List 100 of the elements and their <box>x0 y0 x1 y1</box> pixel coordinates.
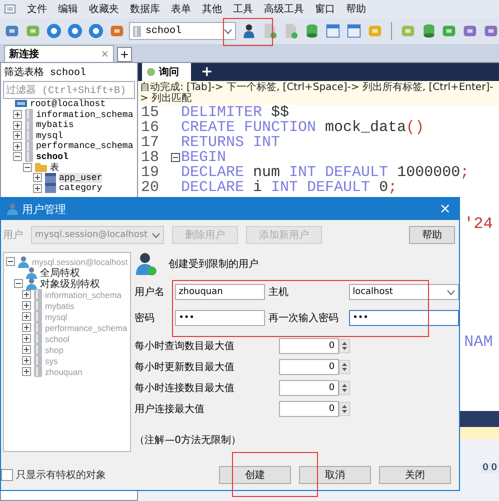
query-icon <box>146 67 156 77</box>
app-icon <box>4 3 16 15</box>
menu-item[interactable]: 帮助 <box>346 2 366 16</box>
tree-item[interactable]: root@localhost <box>30 99 106 110</box>
menu-item[interactable]: 高级工具 <box>264 2 304 16</box>
database-select[interactable]: school <box>129 22 236 40</box>
tree-item[interactable]: category <box>59 183 102 194</box>
dialog-button[interactable]: 取消 <box>299 466 371 484</box>
panel-title: 筛选表格 school <box>3 66 88 81</box>
collapse-icon[interactable] <box>13 152 22 162</box>
line-number: 16 <box>140 120 160 135</box>
collapse-icon[interactable] <box>23 162 32 172</box>
privileged-only-checkbox[interactable]: 只显示有特权的对象 <box>1 468 106 482</box>
line-number: 20 <box>140 180 160 195</box>
code-line: DECLARE i INT DEFAULT 0; <box>181 180 398 195</box>
field-label: 用户名 <box>134 286 166 299</box>
grid-icon[interactable] <box>346 22 362 40</box>
autocomplete-hint: 自动完成: [Tab]-> 下一个标签, [Ctrl+Space]-> 列出所有标签, [Ctrl+Enter]-> 列出匹配 <box>138 81 499 105</box>
code-fragment: '24 <box>464 215 494 233</box>
input-field[interactable]: ••• <box>348 310 459 326</box>
code-line: CREATE FUNCTION mock_data() <box>181 120 424 135</box>
expand-icon[interactable] <box>13 131 22 140</box>
tree-item[interactable]: app_user <box>59 172 102 183</box>
user-add-icon <box>134 252 157 276</box>
circle-icon[interactable] <box>66 22 83 40</box>
dialog-button[interactable]: 创建 <box>219 466 291 484</box>
menu-item[interactable]: 工具 <box>233 2 253 16</box>
dialog-button[interactable]: 帮助 <box>409 226 455 244</box>
dialog-title: 用户管理 <box>22 202 67 216</box>
connection-tab[interactable]: 新连接 × <box>4 45 114 62</box>
dialog-button[interactable]: 关闭 <box>379 466 451 484</box>
field-label: 再一次输入密码 <box>268 312 340 325</box>
line-number: 15 <box>140 105 160 120</box>
field-label: 用户连接最大值 <box>134 402 206 416</box>
user-icon <box>18 256 29 268</box>
user-label: 用户 <box>3 228 23 242</box>
code-line: DELIMITER $$ <box>181 105 290 120</box>
menu-item[interactable]: 表单 <box>171 2 191 16</box>
number-field[interactable]: 0 <box>278 359 339 375</box>
tree-item[interactable]: school <box>36 152 68 162</box>
line-number: 17 <box>140 135 160 150</box>
folder-icon <box>35 162 47 172</box>
menu-item[interactable]: 数据库 <box>130 2 160 16</box>
user-icon <box>7 203 18 215</box>
menu-item[interactable]: 窗口 <box>315 2 335 16</box>
input-field[interactable]: zhouquan <box>174 284 265 300</box>
number-field[interactable]: 0 <box>278 380 339 396</box>
filter-field[interactable]: 过滤器 (Ctrl+Shift+B) <box>3 81 135 99</box>
menu-item[interactable]: 文件 <box>27 2 47 16</box>
menu-item[interactable]: 其他 <box>202 2 222 16</box>
expand-icon[interactable] <box>13 110 22 120</box>
grid-icon[interactable] <box>324 22 341 40</box>
close-button[interactable]: × <box>437 201 453 217</box>
tree-item[interactable]: mybatis <box>36 120 74 130</box>
highlight-frame <box>223 18 273 46</box>
spinner-icon[interactable] <box>338 381 350 395</box>
circle-icon[interactable] <box>88 22 104 40</box>
page-icon[interactable] <box>262 22 278 40</box>
expand-icon[interactable] <box>33 173 42 182</box>
tree-item[interactable]: mysql <box>36 130 64 141</box>
circle-icon[interactable] <box>46 22 62 40</box>
close-button[interactable]: × <box>100 48 109 60</box>
host-select[interactable]: localhost <box>348 284 459 300</box>
code-line: DECLARE num INT DEFAULT 1000000; <box>181 165 470 180</box>
new-tab-button[interactable]: + <box>117 47 132 62</box>
collapse-icon[interactable] <box>171 153 180 162</box>
number-field[interactable]: 0 <box>278 401 339 417</box>
cylinder-icon[interactable] <box>420 22 436 40</box>
expand-icon[interactable] <box>33 184 42 193</box>
field-label: 每小时查询数目最大值 <box>134 340 236 353</box>
note-text: （注解—0方法无限制） <box>134 434 242 447</box>
spinner-icon[interactable] <box>338 360 350 374</box>
query-tab[interactable]: 询问 <box>142 63 191 81</box>
spinner-icon[interactable] <box>338 339 350 353</box>
number-field[interactable]: 0 <box>278 338 339 354</box>
user-icon <box>26 266 37 278</box>
tab-label: 新连接 <box>9 47 39 61</box>
tree-item[interactable]: performance_schema <box>36 141 134 152</box>
expand-icon[interactable] <box>13 142 22 151</box>
line-number: 19 <box>140 165 160 180</box>
code-fragment: NAM <box>464 333 494 351</box>
field-label: 密码 <box>134 312 156 325</box>
tree-item[interactable]: 表 <box>50 160 59 174</box>
cylinder-icon[interactable] <box>304 22 320 40</box>
code-line: RETURNS INT <box>181 135 280 150</box>
input-field[interactable]: ••• <box>174 310 265 326</box>
tree-item[interactable]: information_schema <box>36 110 134 120</box>
database-icon <box>133 26 142 36</box>
menu-item[interactable]: 编辑 <box>58 2 78 16</box>
new-tab-button[interactable]: + <box>201 64 213 80</box>
table-icon <box>45 172 56 183</box>
menu-item[interactable]: 收藏夹 <box>89 2 119 16</box>
expand-icon[interactable] <box>13 120 22 130</box>
section-title: 创建受到限制的用户 <box>168 258 259 271</box>
spinner-icon[interactable] <box>338 402 350 416</box>
checkbox[interactable] <box>1 469 13 481</box>
server-icon <box>15 99 27 110</box>
field-label: 每小时更新数目最大值 <box>134 360 236 374</box>
line-number: 18 <box>140 150 160 165</box>
field-label: 主机 <box>268 286 290 299</box>
